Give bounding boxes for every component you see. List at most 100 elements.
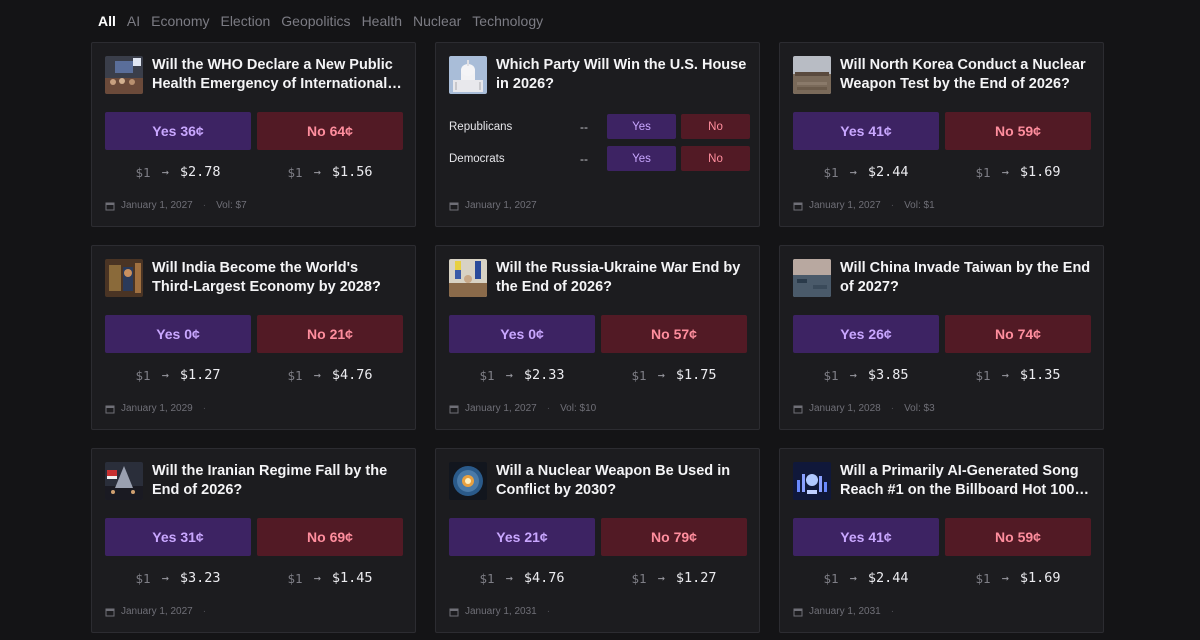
- yes-button[interactable]: Yes 31¢: [105, 518, 251, 556]
- calendar-icon: [793, 608, 803, 616]
- market-title[interactable]: Will the Russia-Ukraine War End by the E…: [496, 259, 747, 297]
- market-title[interactable]: Will a Nuclear Weapon Be Used in Conflic…: [496, 462, 747, 500]
- calendar-icon: [793, 202, 803, 210]
- yes-button[interactable]: Yes: [607, 114, 676, 139]
- tab-health[interactable]: Health: [362, 12, 402, 30]
- resolution-date: January 1, 2027: [121, 200, 193, 211]
- market-card[interactable]: Will China Invade Taiwan by the End of 2…: [779, 245, 1104, 430]
- market-card[interactable]: Will a Primarily AI-Generated Song Reach…: [779, 448, 1104, 633]
- no-payout: $1 → $1.69: [945, 570, 1091, 586]
- yes-button[interactable]: Yes 41¢: [793, 112, 939, 150]
- no-button[interactable]: No 59¢: [945, 112, 1091, 150]
- payout-amount: $1.27: [675, 570, 717, 586]
- no-button[interactable]: No 59¢: [945, 518, 1091, 556]
- arrow-right-icon: →: [1001, 165, 1009, 179]
- no-button[interactable]: No 69¢: [257, 518, 403, 556]
- no-payout: $1 → $1.27: [601, 570, 747, 586]
- no-button[interactable]: No 74¢: [945, 315, 1091, 353]
- yes-button[interactable]: Yes 21¢: [449, 518, 595, 556]
- market-title[interactable]: Will North Korea Conduct a Nuclear Weapo…: [840, 56, 1091, 94]
- market-title[interactable]: Will the WHO Declare a New Public Health…: [152, 56, 403, 94]
- no-payout: $1 → $1.56: [257, 164, 403, 180]
- market-footer: January 1, 2029 ·: [105, 403, 210, 414]
- market-title[interactable]: Will a Primarily AI-Generated Song Reach…: [840, 462, 1091, 500]
- no-payout: $1 → $1.45: [257, 570, 403, 586]
- no-button[interactable]: No 21¢: [257, 315, 403, 353]
- tab-nuclear[interactable]: Nuclear: [413, 12, 461, 30]
- no-button[interactable]: No 79¢: [601, 518, 747, 556]
- tab-all[interactable]: All: [98, 12, 116, 30]
- resolution-date: January 1, 2027: [121, 606, 193, 617]
- market-title[interactable]: Which Party Will Win the U.S. House in 2…: [496, 56, 747, 94]
- market-card[interactable]: Will a Nuclear Weapon Be Used in Conflic…: [435, 448, 760, 633]
- market-footer: January 1, 2031 ·: [793, 606, 898, 617]
- tab-geopolitics[interactable]: Geopolitics: [281, 12, 350, 30]
- tab-ai[interactable]: AI: [127, 12, 140, 30]
- separator-dot: ·: [546, 606, 551, 617]
- no-button[interactable]: No 57¢: [601, 315, 747, 353]
- yes-button[interactable]: Yes 0¢: [105, 315, 251, 353]
- payout-amount: $2.78: [179, 164, 221, 180]
- separator-dot: ·: [202, 403, 207, 414]
- market-card[interactable]: Will India Become the World's Third-Larg…: [91, 245, 416, 430]
- stake-amount: $1: [823, 367, 839, 383]
- no-payout: $1 → $1.75: [601, 367, 747, 383]
- arrow-right-icon: →: [849, 571, 857, 585]
- stake-amount: $1: [135, 367, 151, 383]
- no-button[interactable]: No 64¢: [257, 112, 403, 150]
- stake-amount: $1: [823, 570, 839, 586]
- peace-talks-photo: [449, 259, 487, 297]
- separator-dot: ·: [202, 606, 207, 617]
- outcome-row: Republicans -- Yes No: [449, 114, 755, 139]
- no-button[interactable]: No: [681, 146, 750, 171]
- yes-button[interactable]: Yes: [607, 146, 676, 171]
- no-button[interactable]: No: [681, 114, 750, 139]
- stake-amount: $1: [631, 570, 647, 586]
- arrow-right-icon: →: [505, 571, 513, 585]
- tab-economy[interactable]: Economy: [151, 12, 209, 30]
- resolution-date: January 1, 2031: [465, 606, 537, 617]
- stake-amount: $1: [975, 164, 991, 180]
- yes-button[interactable]: Yes 0¢: [449, 315, 595, 353]
- market-card[interactable]: Will the WHO Declare a New Public Health…: [91, 42, 416, 227]
- tab-election[interactable]: Election: [220, 12, 270, 30]
- no-payout: $1 → $4.76: [257, 367, 403, 383]
- market-title[interactable]: Will the Iranian Regime Fall by the End …: [152, 462, 403, 500]
- arrow-right-icon: →: [505, 368, 513, 382]
- payout-amount: $1.45: [331, 570, 373, 586]
- resolution-date: January 1, 2029: [121, 403, 193, 414]
- arrow-right-icon: →: [1001, 571, 1009, 585]
- resolution-date: January 1, 2028: [809, 403, 881, 414]
- outcome-price: --: [580, 119, 588, 134]
- payout-amount: $1.75: [675, 367, 717, 383]
- resolution-date: January 1, 2031: [809, 606, 881, 617]
- yes-payout: $1 → $1.27: [105, 367, 251, 383]
- yes-button[interactable]: Yes 41¢: [793, 518, 939, 556]
- resolution-date: January 1, 2027: [809, 200, 881, 211]
- market-card[interactable]: Will North Korea Conduct a Nuclear Weapo…: [779, 42, 1104, 227]
- market-title[interactable]: Will China Invade Taiwan by the End of 2…: [840, 259, 1091, 297]
- yes-button[interactable]: Yes 26¢: [793, 315, 939, 353]
- volume: Vol: $1: [904, 200, 935, 211]
- separator-dot: ·: [890, 606, 895, 617]
- market-card[interactable]: Which Party Will Win the U.S. House in 2…: [435, 42, 760, 227]
- yes-payout: $1 → $2.78: [105, 164, 251, 180]
- market-footer: January 1, 2027 · Vol: $10: [449, 403, 596, 414]
- payout-amount: $1.35: [1019, 367, 1061, 383]
- arrow-right-icon: →: [161, 571, 169, 585]
- market-card[interactable]: Will the Russia-Ukraine War End by the E…: [435, 245, 760, 430]
- yes-payout: $1 → $2.44: [793, 570, 939, 586]
- calendar-icon: [105, 202, 115, 210]
- stake-amount: $1: [135, 164, 151, 180]
- market-title[interactable]: Will India Become the World's Third-Larg…: [152, 259, 403, 297]
- market-card[interactable]: Will the Iranian Regime Fall by the End …: [91, 448, 416, 633]
- who-assembly-photo: [105, 56, 143, 94]
- arrow-right-icon: →: [657, 571, 665, 585]
- yes-button[interactable]: Yes 36¢: [105, 112, 251, 150]
- tab-technology[interactable]: Technology: [472, 12, 543, 30]
- market-footer: January 1, 2031 ·: [449, 606, 554, 617]
- payout-amount: $4.76: [331, 367, 373, 383]
- arrow-right-icon: →: [161, 165, 169, 179]
- arrow-right-icon: →: [313, 571, 321, 585]
- payout-amount: $2.44: [867, 164, 909, 180]
